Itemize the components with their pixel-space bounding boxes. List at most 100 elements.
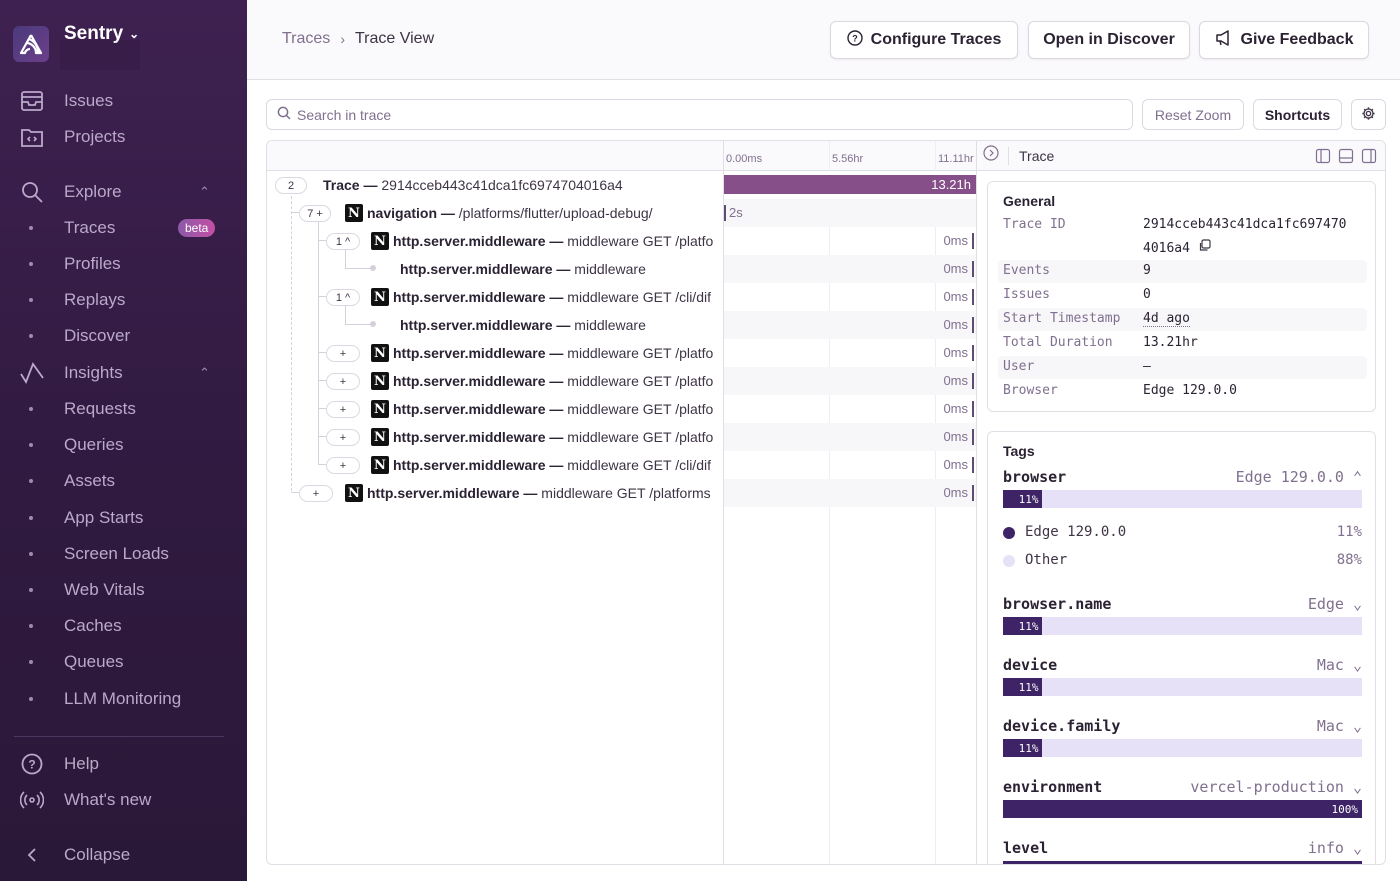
span-row[interactable]: 1 ^ N http.server.middleware — middlewar… [267, 227, 976, 255]
sidebar-item-replays[interactable]: Replays [0, 285, 247, 315]
tag-browser[interactable]: browser Edge 129.0.0 ⌃ 11% [1003, 468, 1362, 510]
search-input[interactable] [297, 106, 1097, 123]
sidebar-item-label: LLM Monitoring [64, 689, 182, 708]
sidebar-item-queries[interactable]: Queries [0, 430, 247, 460]
copy-icon[interactable] [1198, 239, 1211, 256]
layout-right-icon[interactable] [1361, 148, 1377, 169]
sidebar-item-label: Help [64, 754, 99, 773]
expand-pill[interactable]: + [299, 485, 333, 502]
sidebar-item-requests[interactable]: Requests [0, 394, 247, 424]
span-duration-bar [972, 485, 974, 501]
reset-zoom-button[interactable]: Reset Zoom [1142, 99, 1244, 130]
span-duration: 0ms [943, 401, 968, 416]
tag-browser-name[interactable]: browser.name Edge ⌄ 11% [1003, 595, 1362, 637]
expand-pill[interactable]: + [326, 429, 360, 446]
trace-row[interactable]: 2 Trace — 2914cceb443c41dca1fc6974704016… [267, 171, 976, 199]
shortcuts-button[interactable]: Shortcuts [1253, 99, 1342, 130]
children-count-pill[interactable]: 1 ^ [326, 289, 360, 306]
drawer-header: Trace [977, 141, 1385, 171]
search-icon [20, 180, 44, 204]
drawer-tab-trace[interactable]: Trace [1019, 148, 1054, 164]
tag-device-family[interactable]: device.family Mac ⌄ 11% [1003, 717, 1362, 759]
pane-divider[interactable] [723, 507, 724, 864]
span-duration-bar [972, 317, 974, 333]
chevron-down-icon: ⌄ [1352, 778, 1362, 796]
breadcrumb-trace-view: Trace View [354, 30, 435, 47]
tag-environment[interactable]: environment vercel-production ⌄ 100% [1003, 778, 1362, 820]
sidebar-item-label: Projects [64, 127, 126, 146]
span-row[interactable]: + N http.server.middleware — middleware … [267, 423, 976, 451]
layout-bottom-icon[interactable] [1338, 148, 1354, 169]
settings-button[interactable] [1351, 99, 1386, 130]
span-duration: 0ms [943, 429, 968, 444]
span-row[interactable]: http.server.middleware — middleware 0ms [267, 255, 976, 283]
sidebar-item-app-starts[interactable]: App Starts [0, 503, 247, 533]
span-op: http.server.middleware — middleware GET … [393, 373, 714, 389]
kv-trace-id: Trace ID 2914cceb443c41dca1fc697470 4016… [1003, 217, 1347, 256]
expand-pill[interactable]: + [326, 373, 360, 390]
expand-pill[interactable]: + [326, 457, 360, 474]
chevron-right-icon: › [340, 31, 345, 47]
breadcrumb: Traces › Trace View [282, 30, 434, 48]
span-row[interactable]: + N http.server.middleware — middleware … [267, 367, 976, 395]
sidebar-item-traces[interactable]: Traces beta [0, 213, 247, 243]
sentry-logo-icon [13, 26, 49, 62]
bullet-icon [29, 226, 33, 230]
sidebar-item-insights[interactable]: Insights ⌃ [0, 358, 247, 388]
sidebar-item-whats-new[interactable]: What's new [0, 785, 247, 815]
sidebar-item-screen-loads[interactable]: Screen Loads [0, 539, 247, 569]
span-row[interactable]: + N http.server.middleware — middleware … [267, 479, 976, 507]
tag-device[interactable]: device Mac ⌄ 11% [1003, 656, 1362, 698]
span-duration: 0ms [943, 485, 968, 500]
children-count-pill[interactable]: 7 + [299, 205, 331, 222]
sidebar-item-assets[interactable]: Assets [0, 466, 247, 496]
span-op: Trace — 2914cceb443c41dca1fc6974704016a4 [323, 177, 623, 193]
span-row[interactable]: 1 ^ N http.server.middleware — middlewar… [267, 283, 976, 311]
open-in-discover-button[interactable]: Open in Discover [1028, 21, 1190, 59]
tag-bar-fill: 11% [1003, 678, 1043, 696]
bullet-icon [29, 624, 33, 628]
sidebar-item-explore[interactable]: Explore ⌃ [0, 177, 247, 207]
sidebar-item-issues[interactable]: Issues [0, 86, 247, 116]
sidebar-collapse-button[interactable]: Collapse [0, 840, 247, 870]
span-row[interactable]: http.server.middleware — middleware 0ms [267, 311, 976, 339]
nextjs-icon: N [371, 232, 389, 250]
search-in-trace[interactable] [266, 99, 1133, 130]
sidebar-item-projects[interactable]: Projects [0, 122, 247, 152]
nextjs-icon: N [345, 204, 363, 222]
bullet-icon [29, 516, 33, 520]
nextjs-icon: N [371, 372, 389, 390]
sidebar-item-web-vitals[interactable]: Web Vitals [0, 575, 247, 605]
children-count-pill[interactable]: 2 [275, 177, 307, 194]
chevron-up-icon[interactable]: ⌃ [199, 184, 210, 200]
sidebar-item-llm-monitoring[interactable]: LLM Monitoring [0, 684, 247, 714]
span-row[interactable]: + N http.server.middleware — middleware … [267, 339, 976, 367]
layout-left-icon[interactable] [1315, 148, 1331, 169]
give-feedback-button[interactable]: Give Feedback [1199, 21, 1369, 59]
span-row[interactable]: + N http.server.middleware — middleware … [267, 451, 976, 479]
timeline-tick: 5.56hr [832, 153, 864, 165]
sidebar-item-label: Issues [64, 91, 114, 110]
help-circle-icon: ? [846, 29, 863, 51]
span-row[interactable]: + N http.server.middleware — middleware … [267, 395, 976, 423]
legend-dot [1003, 555, 1015, 567]
sidebar-item-label: Queues [64, 652, 124, 671]
sidebar-item-discover[interactable]: Discover [0, 321, 247, 351]
sidebar-item-caches[interactable]: Caches [0, 611, 247, 641]
sidebar-item-profiles[interactable]: Profiles [0, 249, 247, 279]
expand-pill[interactable]: + [326, 401, 360, 418]
tags-card: Tags browser Edge 129.0.0 ⌃ 11% Edge 129… [987, 431, 1376, 864]
sidebar-item-queues[interactable]: Queues [0, 647, 247, 677]
collapse-drawer-icon[interactable] [983, 145, 999, 166]
span-row[interactable]: 7 + N navigation — /platforms/flutter/up… [267, 199, 976, 227]
tag-level[interactable]: level info ⌄ [1003, 839, 1362, 864]
chevron-up-icon[interactable]: ⌃ [199, 365, 210, 381]
children-count-pill[interactable]: 1 ^ [326, 233, 360, 250]
sidebar-item-help[interactable]: ? Help [0, 749, 247, 779]
expand-pill[interactable]: + [326, 345, 360, 362]
sidebar-item-label: App Starts [64, 508, 144, 527]
configure-traces-button[interactable]: ? Configure Traces [830, 21, 1018, 59]
trace-waterfall-panel: 0.00ms 5.56hr 11.11hr 2 Trace — 2914cceb… [266, 140, 1386, 865]
nextjs-icon: N [371, 400, 389, 418]
breadcrumb-traces[interactable]: Traces [282, 30, 330, 48]
